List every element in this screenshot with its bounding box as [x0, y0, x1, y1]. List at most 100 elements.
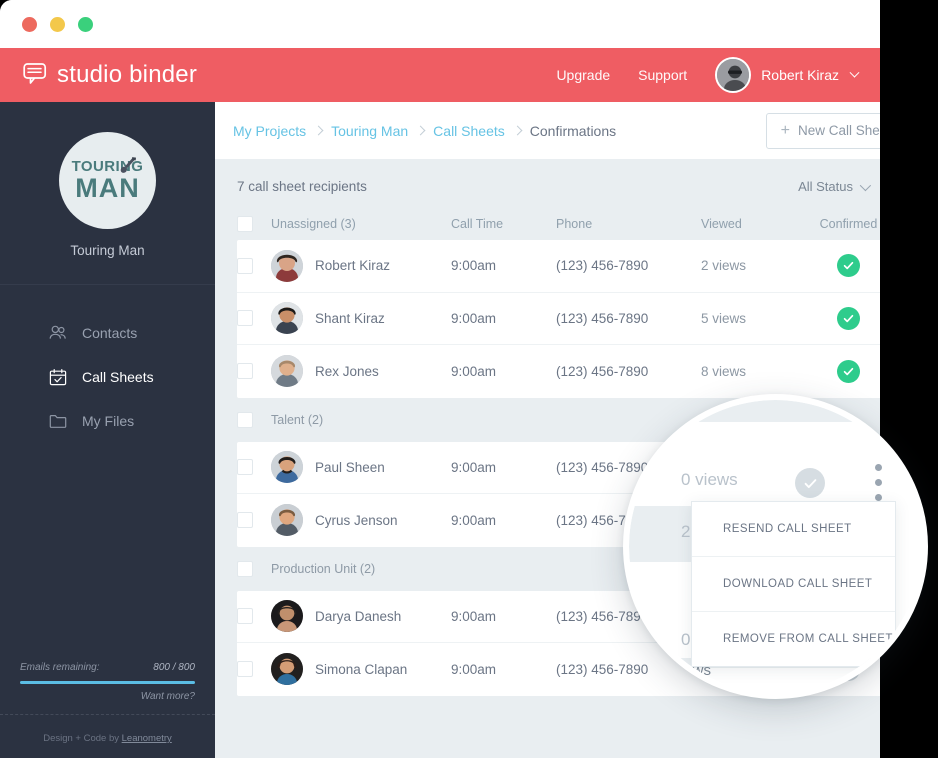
group-title: Production Unit (2) — [271, 561, 376, 576]
menu-item-resend-call-sheet[interactable]: RESEND CALL SHEET — [692, 502, 895, 557]
upgrade-link[interactable]: Upgrade — [556, 67, 610, 83]
row-checkbox[interactable] — [237, 363, 253, 380]
magnifier-more-options-icon[interactable] — [875, 464, 882, 501]
speech-bubble-icon — [22, 60, 48, 91]
close-window-button[interactable] — [22, 16, 37, 32]
menu-item-download-call-sheet[interactable]: DOWNLOAD CALL SHEET — [692, 557, 895, 612]
menu-item-remove-from-call-sheet[interactable]: REMOVE FROM CALL SHEET — [692, 612, 895, 666]
magnifier-overlay: 0 views 2 0 7 views RESEND CALL SHEET DO… — [623, 394, 928, 699]
breadcrumb: My Projects Touring Man Call Sheets Conf… — [233, 123, 616, 139]
row-confirmed-cell — [801, 306, 880, 330]
emails-remaining: Emails remaining: 800 / 800 — [20, 662, 195, 673]
row-call-time: 9:00am — [451, 310, 497, 326]
sidebar-item-label: Call Sheets — [82, 369, 154, 385]
table-row[interactable]: Shant Kiraz 9:00am (123) 456-7890 5 view… — [237, 293, 880, 345]
group-checkbox[interactable] — [237, 411, 253, 428]
project-block: TOURING MAN Touring Man — [0, 102, 215, 285]
brand-logo[interactable]: studio binder — [22, 60, 197, 91]
emails-remaining-label: Emails remaining: — [20, 662, 100, 673]
contacts-icon — [48, 323, 68, 343]
magnifier-views-second: 2 — [681, 522, 691, 541]
list-toolbar: 7 call sheet recipients All Status — [215, 159, 880, 208]
select-all-cell — [237, 216, 271, 232]
select-all-checkbox[interactable] — [237, 216, 253, 232]
avatar — [271, 653, 303, 686]
row-confirmed-cell — [801, 254, 880, 278]
emails-progress-fill — [20, 681, 195, 684]
user-menu[interactable]: Robert Kiraz — [715, 57, 860, 93]
row-select-cell — [237, 459, 271, 476]
row-checkbox[interactable] — [237, 608, 253, 625]
row-call-time: 9:00am — [451, 512, 497, 528]
status-badge — [837, 254, 860, 278]
recipient-count: 7 call sheet recipients — [237, 179, 367, 194]
chevron-right-icon — [415, 125, 426, 136]
magnifier-more-options-icon-2[interactable] — [875, 686, 881, 693]
row-name: Robert Kiraz — [315, 258, 391, 274]
row-select-cell — [237, 310, 271, 327]
support-link[interactable]: Support — [638, 67, 687, 83]
sidebar-item-call-sheets[interactable]: Call Sheets — [0, 355, 215, 399]
row-call-time: 9:00am — [451, 608, 497, 624]
row-context-menu: RESEND CALL SHEET DOWNLOAD CALL SHEET RE… — [691, 501, 896, 667]
avatar — [271, 302, 303, 335]
group-checkbox[interactable] — [237, 560, 253, 577]
breadcrumb-item-call-sheets[interactable]: Call Sheets — [433, 123, 505, 139]
row-name: Rex Jones — [315, 363, 379, 379]
row-views: 2 views — [701, 258, 747, 274]
row-call-time: 9:00am — [451, 363, 497, 379]
row-checkbox[interactable] — [237, 257, 253, 274]
avatar — [715, 57, 752, 93]
emails-progress-bar — [20, 681, 195, 684]
table-row[interactable]: Rex Jones 9:00am (123) 456-7890 8 views — [237, 345, 880, 398]
row-checkbox[interactable] — [237, 512, 253, 529]
magnifier-card-a — [629, 422, 889, 506]
want-more-link[interactable]: Want more? — [20, 691, 195, 702]
breadcrumb-item-touring-man[interactable]: Touring Man — [331, 123, 408, 139]
row-name-cell: Cyrus Jenson — [271, 504, 451, 537]
breadcrumb-bar: My Projects Touring Man Call Sheets Conf… — [215, 102, 880, 159]
breadcrumb-item-confirmations: Confirmations — [529, 122, 617, 139]
avatar — [271, 451, 303, 484]
status-filter-label: All Status — [798, 179, 853, 194]
project-name: Touring Man — [70, 243, 145, 258]
column-header-call-time: Call Time — [451, 217, 504, 231]
sidebar-item-my-files[interactable]: My Files — [0, 399, 215, 443]
row-name: Cyrus Jenson — [315, 512, 398, 528]
row-checkbox[interactable] — [237, 310, 253, 327]
credit-prefix: Design + Code by — [43, 733, 122, 744]
credit-line: Design + Code by Leanometry — [20, 733, 195, 744]
chevron-down-icon — [849, 67, 860, 78]
sidebar-footer: Emails remaining: 800 / 800 Want more? D… — [0, 662, 215, 758]
column-header-confirmed: Confirmed — [819, 217, 878, 231]
row-call-time: 9:00am — [451, 459, 497, 475]
row-checkbox[interactable] — [237, 459, 253, 476]
sidebar-divider — [0, 714, 215, 715]
minimize-window-button[interactable] — [50, 16, 65, 32]
breadcrumb-item-my-projects[interactable]: My Projects — [233, 123, 306, 139]
toolbar-right: All Status — [798, 175, 880, 198]
group-select-cell — [237, 411, 271, 428]
chevron-down-icon — [859, 179, 872, 191]
row-select-cell — [237, 608, 271, 625]
new-call-sheet-button[interactable]: + New Call Sheet — [765, 112, 880, 149]
credit-link[interactable]: Leanometry — [122, 733, 172, 744]
screenshot-stage: studio binder Upgrade Support Robert Kir… — [0, 0, 938, 758]
table-row[interactable]: Robert Kiraz 9:00am (123) 456-7890 2 vie… — [237, 240, 880, 293]
folder-icon — [48, 411, 68, 431]
status-filter-dropdown[interactable]: All Status — [798, 179, 872, 194]
column-header-viewed: Viewed — [701, 217, 742, 231]
calendar-check-icon — [48, 367, 68, 387]
table-header-row: Unassigned (3) Call Time Phone Viewed Co… — [237, 208, 880, 240]
row-select-cell — [237, 363, 271, 380]
row-name: Darya Danesh — [315, 608, 402, 624]
magnifier-bg-strip — [629, 400, 922, 422]
brand-name: studio binder — [57, 61, 198, 88]
sidebar-item-contacts[interactable]: Contacts — [0, 311, 215, 355]
sidebar-item-label: My Files — [82, 413, 135, 429]
row-name: Paul Sheen — [315, 459, 385, 475]
row-checkbox[interactable] — [237, 661, 253, 678]
maximize-window-button[interactable] — [78, 16, 93, 32]
row-name-cell: Robert Kiraz — [271, 249, 451, 282]
row-confirmed-cell — [801, 359, 880, 383]
